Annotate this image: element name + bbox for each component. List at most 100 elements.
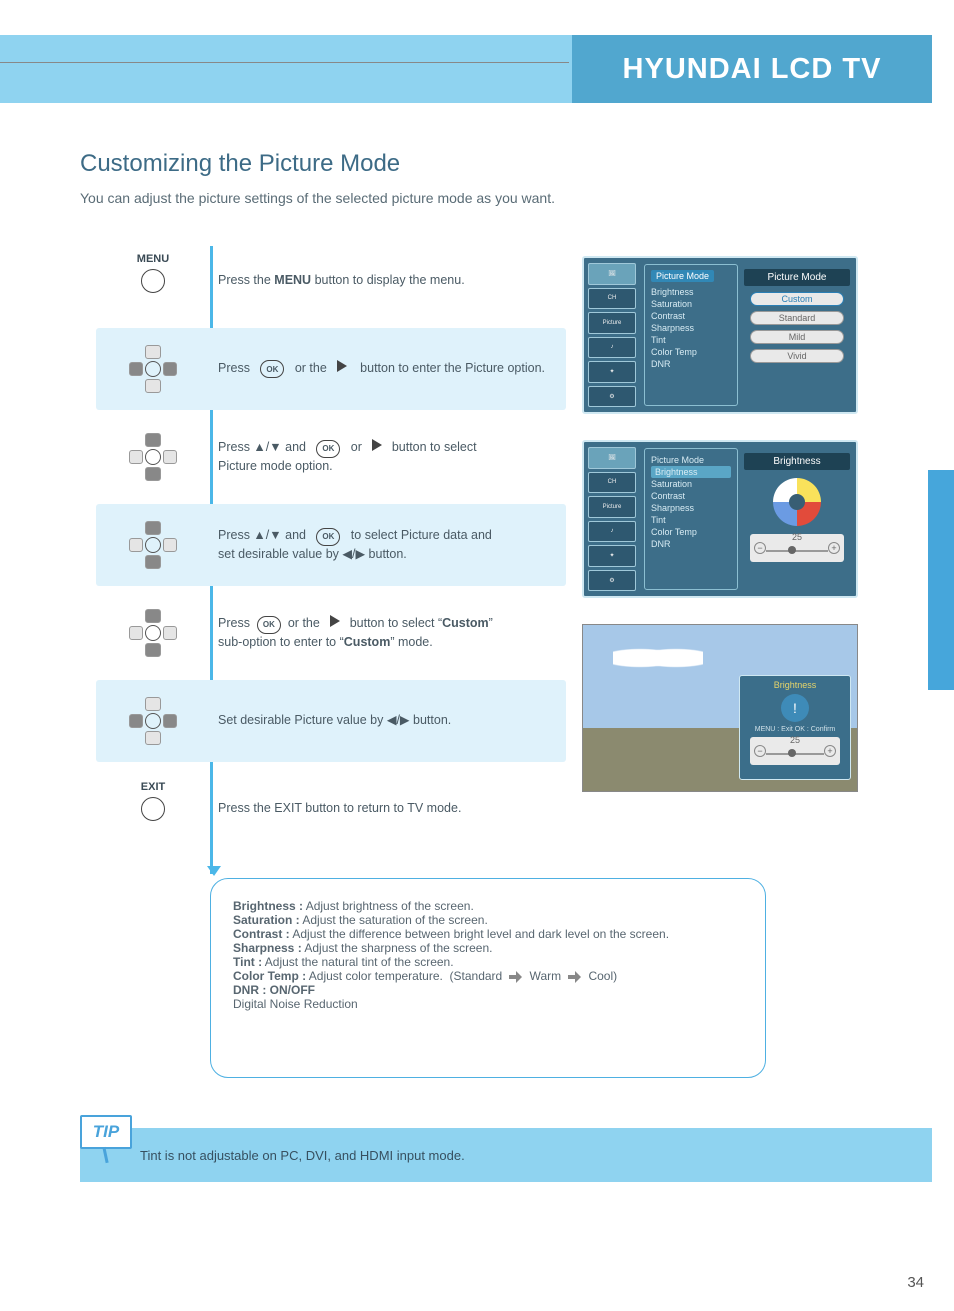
clouds-graphic bbox=[613, 643, 703, 673]
osd-right-panel: Brightness 25 − + bbox=[744, 448, 850, 590]
step-row: Press OK or the button to enter the Pict… bbox=[96, 328, 566, 410]
page-side-tab bbox=[928, 470, 954, 690]
osd-list-item: Contrast bbox=[651, 490, 731, 502]
desc-heading: Brightness : bbox=[233, 899, 303, 913]
desc-text: Adjust the saturation of the screen. bbox=[302, 913, 487, 927]
page-number: 34 bbox=[907, 1274, 924, 1291]
osd-left-tabs: 🖼 CH Picture ♪ ✦ ⚙ bbox=[584, 258, 640, 412]
osd-list-item: Color Temp bbox=[651, 346, 731, 358]
osd-panel-title: Brightness bbox=[744, 453, 850, 470]
osd-tab: 🖼 bbox=[588, 447, 636, 469]
osd-overlay-popup: Brightness ! MENU : Exit OK : Confirm 25… bbox=[739, 675, 851, 780]
step-row: Set desirable Picture value by ◀/▶ butto… bbox=[96, 680, 566, 762]
osd-tab: ⚙ bbox=[588, 570, 636, 592]
osd-option: Vivid bbox=[750, 349, 844, 363]
osd-mid-list: Picture Mode Brightness Saturation Contr… bbox=[644, 264, 738, 406]
slider-value: 25 bbox=[750, 735, 840, 745]
desc-text: Adjust brightness of the screen. bbox=[306, 899, 474, 913]
dpad-icon bbox=[112, 523, 194, 567]
desc-heading: DNR : ON/OFF bbox=[233, 983, 315, 997]
osd-left-tabs: 🖼 CH Picture ♪ ✦ ⚙ bbox=[584, 442, 640, 596]
osd-list-item: Brightness bbox=[651, 466, 731, 478]
slider-value: 25 bbox=[750, 532, 844, 542]
circle-button-icon bbox=[141, 269, 165, 293]
overlay-hint: MENU : Exit OK : Confirm bbox=[744, 726, 846, 733]
step-row: Press OK or the button to select “Custom… bbox=[96, 592, 566, 674]
osd-option: Custom bbox=[750, 292, 844, 306]
ok-button-icon: OK bbox=[316, 440, 340, 458]
osd-list-item: Brightness bbox=[651, 286, 731, 298]
step-text: Set desirable Picture value by ◀/▶ butto… bbox=[194, 712, 566, 730]
remote-menu-button: MENU bbox=[112, 269, 194, 293]
osd-option: Mild bbox=[750, 330, 844, 344]
osd-list-item: Picture Mode bbox=[651, 454, 731, 466]
play-icon bbox=[372, 439, 382, 451]
osd-tab: ⚙ bbox=[588, 386, 636, 408]
osd-right-panel: Picture Mode Custom Standard Mild Vivid bbox=[744, 264, 850, 406]
desc-heading: Tint : bbox=[233, 955, 262, 969]
desc-heading: Saturation : bbox=[233, 913, 300, 927]
flow-steps: MENU Press the MENU button to display th… bbox=[96, 240, 566, 856]
desc-text: Adjust the natural tint of the screen. bbox=[265, 955, 454, 969]
osd-list-item: Tint bbox=[651, 334, 731, 346]
osd-screenshots: 🖼 CH Picture ♪ ✦ ⚙ Picture Mode Brightne… bbox=[582, 256, 862, 792]
osd-panel-title: Picture Mode bbox=[744, 269, 850, 286]
section-subtitle: You can adjust the picture settings of t… bbox=[80, 190, 555, 206]
desc-text: Adjust color temperature. (Standard Warm… bbox=[309, 969, 617, 983]
osd-list-item: Saturation bbox=[651, 478, 731, 490]
osd-tab: Picture bbox=[588, 312, 636, 334]
desc-heading: Color Temp : bbox=[233, 969, 306, 983]
tip-badge-label: TIP bbox=[93, 1122, 119, 1142]
menu-label: MENU bbox=[112, 253, 194, 265]
divider bbox=[0, 62, 569, 63]
osd-list-item: DNR bbox=[651, 538, 731, 550]
color-dial-icon bbox=[773, 478, 821, 526]
osd-mid-list: Picture Mode Brightness Saturation Contr… bbox=[644, 448, 738, 590]
ok-button-icon: OK bbox=[316, 528, 340, 546]
tip-band: Tint is not adjustable on PC, DVI, and H… bbox=[80, 1128, 932, 1182]
step-text: Press ▲/▼ and OK to select Picture data … bbox=[194, 527, 566, 563]
step-text: Press ▲/▼ and OK or button to selectPict… bbox=[194, 439, 566, 475]
osd-option: Standard bbox=[750, 311, 844, 325]
osd-tab: ♪ bbox=[588, 337, 636, 359]
osd-tab: Picture bbox=[588, 496, 636, 518]
ok-button-icon: OK bbox=[260, 360, 284, 378]
osd-list-item: Sharpness bbox=[651, 502, 731, 514]
dpad-icon bbox=[112, 699, 194, 743]
osd-list-item: Saturation bbox=[651, 298, 731, 310]
osd-tab: ✦ bbox=[588, 361, 636, 383]
brand-title: HYUNDAI LCD TV bbox=[623, 53, 882, 86]
osd-list-item: Contrast bbox=[651, 310, 731, 322]
step-exit: EXIT Press the EXIT button to return to … bbox=[96, 768, 566, 850]
step-row: Press ▲/▼ and OK or button to selectPict… bbox=[96, 416, 566, 498]
plus-icon: + bbox=[824, 745, 836, 757]
step-menu: MENU Press the MENU button to display th… bbox=[96, 240, 566, 322]
osd-tab: CH bbox=[588, 472, 636, 494]
overlay-title: Brightness bbox=[744, 680, 846, 690]
info-icon: ! bbox=[781, 694, 809, 722]
osd-list-title: Picture Mode bbox=[651, 270, 714, 282]
osd-picture-mode: 🖼 CH Picture ♪ ✦ ⚙ Picture Mode Brightne… bbox=[582, 256, 858, 414]
step-text: Press OK or the button to select “Custom… bbox=[194, 615, 566, 651]
osd-slider: 25 − + bbox=[750, 737, 840, 765]
osd-list-item: Color Temp bbox=[651, 526, 731, 538]
osd-list-item: DNR bbox=[651, 358, 731, 370]
arrow-right-icon bbox=[509, 971, 523, 983]
description-box: Brightness : Adjust brightness of the sc… bbox=[210, 878, 766, 1078]
ok-button-icon: OK bbox=[257, 616, 281, 634]
circle-button-icon bbox=[141, 797, 165, 821]
osd-tab: ♪ bbox=[588, 521, 636, 543]
osd-list-item: Sharpness bbox=[651, 322, 731, 334]
play-icon bbox=[337, 360, 347, 372]
osd-tab: 🖼 bbox=[588, 263, 636, 285]
dpad-icon bbox=[112, 347, 194, 391]
minus-icon: − bbox=[754, 542, 766, 554]
osd-list-item: Tint bbox=[651, 514, 731, 526]
brand-title-box: HYUNDAI LCD TV bbox=[572, 35, 932, 103]
exit-label: EXIT bbox=[112, 781, 194, 793]
tip-badge: TIP bbox=[80, 1115, 132, 1149]
remote-exit-button: EXIT bbox=[112, 797, 194, 821]
step-text: Press the EXIT button to return to TV mo… bbox=[194, 800, 566, 818]
dpad-icon bbox=[112, 435, 194, 479]
tip-text: Tint is not adjustable on PC, DVI, and H… bbox=[140, 1148, 465, 1163]
